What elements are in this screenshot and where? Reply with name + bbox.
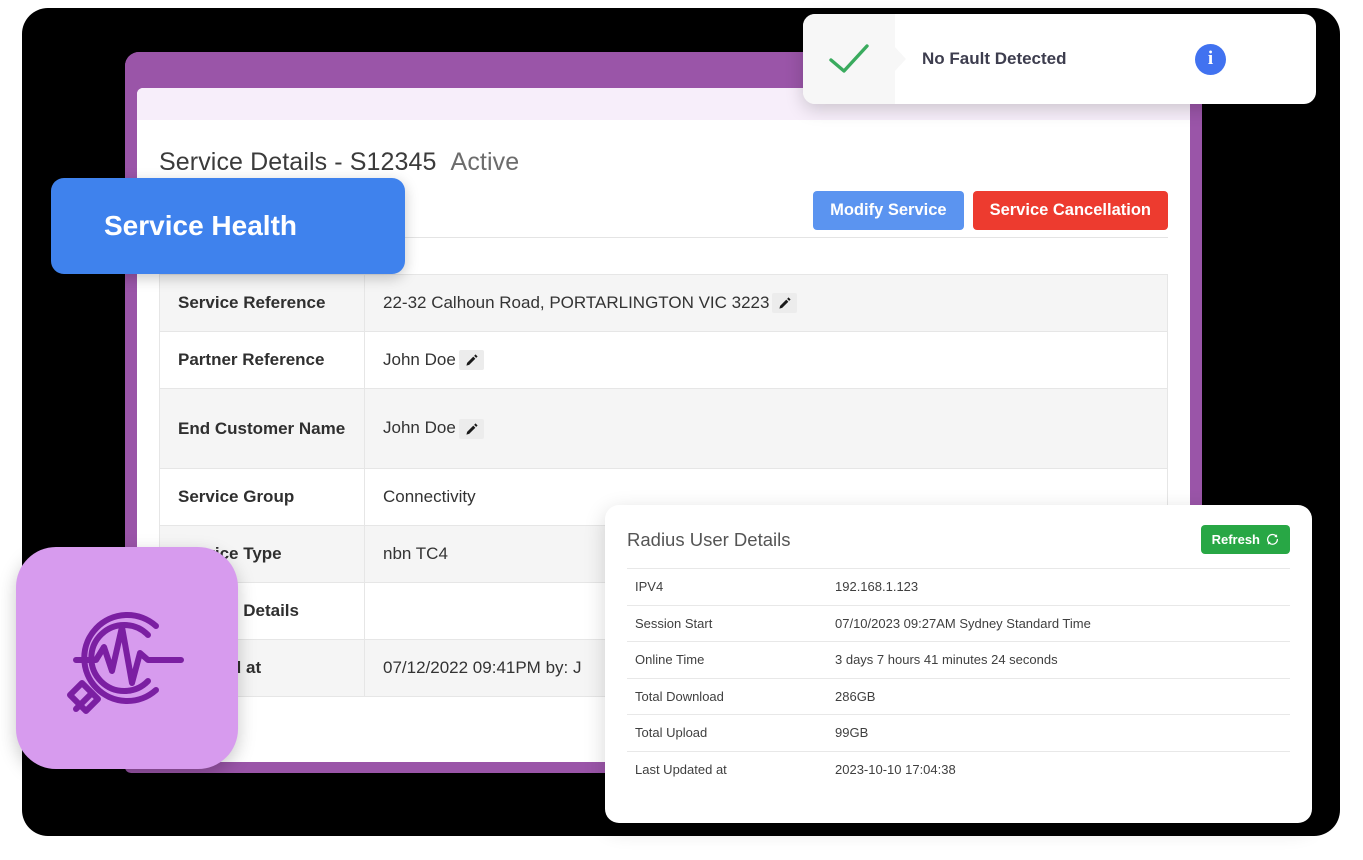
row-value-text: John Doe <box>383 418 456 438</box>
refresh-icon <box>1266 533 1279 545</box>
service-health-icon-tile <box>16 547 238 769</box>
table-row: End Customer Name John Doe <box>159 388 1168 469</box>
edit-pencil-icon[interactable] <box>458 418 484 439</box>
service-status: Active <box>450 148 520 176</box>
row-key: Total Upload <box>627 714 827 751</box>
check-icon <box>829 44 869 73</box>
page-title: Service Details - S12345 Active <box>159 120 1168 177</box>
row-key: Online Time <box>627 641 827 678</box>
row-key: Session Start <box>627 604 827 642</box>
row-key: Last Updated at <box>627 750 827 788</box>
page-title-text: Service Details - S12345 <box>159 148 437 176</box>
action-button-group: Modify Service Service Cancellation <box>813 191 1168 230</box>
service-cancellation-button[interactable]: Service Cancellation <box>972 191 1168 230</box>
radius-card-header: Radius User Details Refresh <box>627 525 1290 568</box>
row-key: IPV4 <box>627 568 827 605</box>
no-fault-banner: No Fault Detected i <box>803 14 1316 104</box>
radius-card-title: Radius User Details <box>627 528 791 550</box>
refresh-button-label: Refresh <box>1211 532 1260 547</box>
row-key: Total Download <box>627 677 827 715</box>
table-row: Total Upload 99GB <box>627 714 1290 751</box>
table-row: IPV4 192.168.1.123 <box>627 568 1290 605</box>
edit-pencil-icon[interactable] <box>458 350 484 371</box>
row-value: John Doe <box>364 331 1168 389</box>
row-value: 22-32 Calhoun Road, PORTARLINGTON VIC 32… <box>364 274 1168 332</box>
row-key: End Customer Name <box>159 388 365 469</box>
table-row: Service Reference 22-32 Calhoun Road, PO… <box>159 274 1168 332</box>
row-key: Service Reference <box>159 274 365 332</box>
radius-details-table: IPV4 192.168.1.123 Session Start 07/10/2… <box>627 568 1290 788</box>
fault-message: No Fault Detected <box>922 49 1067 68</box>
table-row: Online Time 3 days 7 hours 41 minutes 24… <box>627 641 1290 678</box>
service-health-badge: Service Health <box>51 178 405 274</box>
table-row: Total Download 286GB <box>627 677 1290 715</box>
row-value: 192.168.1.123 <box>827 568 1290 605</box>
row-value: 2023-10-10 17:04:38 <box>827 750 1290 788</box>
row-value: 286GB <box>827 677 1290 715</box>
row-value: 99GB <box>827 714 1290 751</box>
table-row: Partner Reference John Doe <box>159 331 1168 389</box>
row-value-text: John Doe <box>383 349 456 369</box>
row-value: 07/10/2023 09:27AM Sydney Standard Time <box>827 604 1290 642</box>
row-key: Partner Reference <box>159 331 365 389</box>
refresh-button[interactable]: Refresh <box>1200 525 1290 554</box>
screenshot-stage: Service Details - S12345 Active Modify Se… <box>0 0 1363 860</box>
table-row: Session Start 07/10/2023 09:27AM Sydney … <box>627 604 1290 642</box>
radius-user-details-card: Radius User Details Refresh IPV4 192.168… <box>605 505 1312 823</box>
row-value: John Doe <box>364 388 1168 469</box>
modify-service-button[interactable]: Modify Service <box>813 191 964 230</box>
service-health-label: Service Health <box>104 210 297 241</box>
row-value: 3 days 7 hours 41 minutes 24 seconds <box>827 641 1290 678</box>
edit-pencil-icon[interactable] <box>772 293 798 314</box>
row-key: Service Group <box>159 468 365 526</box>
table-row: Last Updated at 2023-10-10 17:04:38 <box>627 750 1290 788</box>
info-icon[interactable]: i <box>1195 43 1226 75</box>
service-health-pulse-magnifier-icon <box>67 612 184 714</box>
row-value-text: 22-32 Calhoun Road, PORTARLINGTON VIC 32… <box>383 292 770 312</box>
fault-status-icon-panel <box>803 14 895 104</box>
